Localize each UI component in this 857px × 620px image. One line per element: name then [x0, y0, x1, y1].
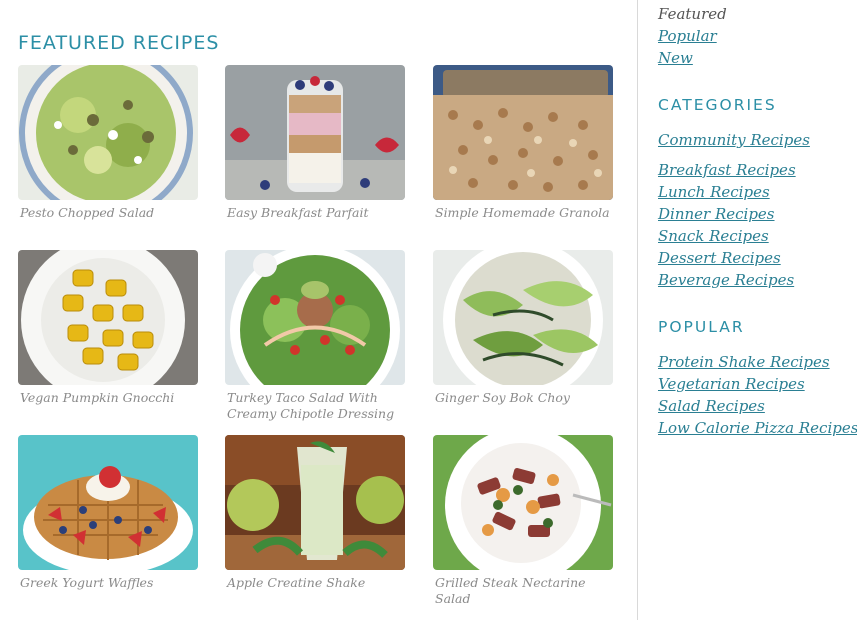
category-link[interactable]: Dinner Recipes: [658, 205, 775, 223]
category-link[interactable]: Beverage Recipes: [658, 271, 794, 289]
categories-heading: CATEGORIES: [658, 96, 777, 114]
recipe-image-pesto-chopped-salad[interactable]: [18, 65, 198, 200]
recipe-caption[interactable]: Simple Homemade Granola: [433, 205, 613, 221]
recipe-card[interactable]: Ginger Soy Bok Choy: [433, 250, 613, 406]
recipe-caption[interactable]: Pesto Chopped Salad: [18, 205, 198, 221]
recipe-image-vegan-pumpkin-gnocchi[interactable]: [18, 250, 198, 385]
category-link[interactable]: Dessert Recipes: [658, 249, 781, 267]
recipe-caption[interactable]: Easy Breakfast Parfait: [225, 205, 405, 221]
recipe-caption[interactable]: Apple Creatine Shake: [225, 575, 405, 591]
recipe-card[interactable]: Turkey Taco Salad With Creamy Chipotle D…: [225, 250, 405, 422]
recipe-caption[interactable]: Grilled Steak Nectarine Salad: [433, 575, 613, 607]
category-item-dinner[interactable]: Dinner Recipes: [658, 203, 796, 225]
categories-list: Breakfast Recipes Lunch Recipes Dinner R…: [658, 159, 796, 291]
category-link[interactable]: Snack Recipes: [658, 227, 769, 245]
recipe-image-easy-breakfast-parfait[interactable]: [225, 65, 405, 200]
recipe-image-grilled-steak-nectarine-salad[interactable]: [433, 435, 613, 570]
popular-link[interactable]: Vegetarian Recipes: [658, 375, 805, 393]
sidebar: Featured Popular New CATEGORIES Communit…: [638, 0, 857, 620]
popular-item-vegetarian[interactable]: Vegetarian Recipes: [658, 373, 857, 395]
recipe-caption[interactable]: Greek Yogurt Waffles: [18, 575, 198, 591]
popular-link[interactable]: Salad Recipes: [658, 397, 765, 415]
recipe-image-simple-homemade-granola[interactable]: [433, 65, 613, 200]
category-item-community[interactable]: Community Recipes: [658, 129, 810, 151]
recipe-image-apple-creatine-shake[interactable]: [225, 435, 405, 570]
recipe-caption[interactable]: Ginger Soy Bok Choy: [433, 390, 613, 406]
tab-new-link[interactable]: New: [658, 49, 693, 67]
category-item-dessert[interactable]: Dessert Recipes: [658, 247, 796, 269]
category-item-breakfast[interactable]: Breakfast Recipes: [658, 159, 796, 181]
recipe-card[interactable]: Easy Breakfast Parfait: [225, 65, 405, 221]
category-item-beverage[interactable]: Beverage Recipes: [658, 269, 796, 291]
popular-item-protein-shake[interactable]: Protein Shake Recipes: [658, 351, 857, 373]
recipe-card[interactable]: Simple Homemade Granola: [433, 65, 613, 221]
featured-recipes-heading: FEATURED RECIPES: [18, 32, 220, 54]
recipe-image-greek-yogurt-waffles[interactable]: [18, 435, 198, 570]
popular-item-low-calorie-pizza[interactable]: Low Calorie Pizza Recipes: [658, 417, 857, 439]
recipe-card[interactable]: Greek Yogurt Waffles: [18, 435, 198, 591]
category-link[interactable]: Breakfast Recipes: [658, 161, 796, 179]
recipe-card[interactable]: Vegan Pumpkin Gnocchi: [18, 250, 198, 406]
popular-list: Protein Shake Recipes Vegetarian Recipes…: [658, 351, 857, 439]
category-item-snack[interactable]: Snack Recipes: [658, 225, 796, 247]
recipe-image-turkey-taco-salad[interactable]: [225, 250, 405, 385]
category-link[interactable]: Lunch Recipes: [658, 183, 770, 201]
recipe-card[interactable]: Pesto Chopped Salad: [18, 65, 198, 221]
tab-popular[interactable]: Popular: [658, 25, 717, 47]
tab-featured[interactable]: Featured: [658, 3, 727, 25]
recipe-caption[interactable]: Turkey Taco Salad With Creamy Chipotle D…: [225, 390, 405, 422]
recipe-card[interactable]: Grilled Steak Nectarine Salad: [433, 435, 613, 607]
category-item-lunch[interactable]: Lunch Recipes: [658, 181, 796, 203]
popular-link[interactable]: Protein Shake Recipes: [658, 353, 830, 371]
category-link[interactable]: Community Recipes: [658, 131, 810, 149]
recipe-card[interactable]: Apple Creatine Shake: [225, 435, 405, 591]
recipe-caption[interactable]: Vegan Pumpkin Gnocchi: [18, 390, 198, 406]
tab-new[interactable]: New: [658, 47, 693, 69]
community-list: Community Recipes: [658, 129, 810, 151]
popular-item-salad[interactable]: Salad Recipes: [658, 395, 857, 417]
popular-link[interactable]: Low Calorie Pizza Recipes: [658, 419, 857, 437]
tab-popular-link[interactable]: Popular: [658, 27, 717, 45]
popular-heading: POPULAR: [658, 318, 745, 336]
main-content: FEATURED RECIPES Pesto Chopped Salad Eas…: [0, 0, 637, 620]
recipe-image-ginger-soy-bok-choy[interactable]: [433, 250, 613, 385]
